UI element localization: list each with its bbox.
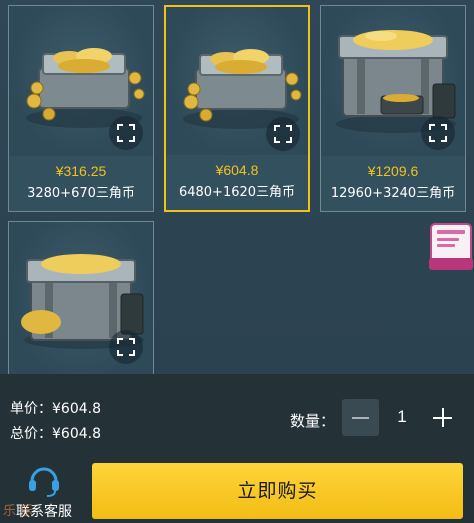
expand-icon bbox=[429, 124, 447, 142]
product-pack: 12960+3240三角币 bbox=[330, 186, 456, 201]
quantity-value[interactable]: 1 bbox=[385, 407, 419, 427]
expand-icon bbox=[117, 338, 135, 356]
product-pack: 3280+670三角币 bbox=[27, 186, 135, 201]
product-card-1[interactable]: ¥316.25 3280+670三角币 bbox=[8, 5, 154, 212]
buy-now-button[interactable]: 立即购买 bbox=[92, 463, 463, 519]
headset-icon bbox=[29, 467, 59, 497]
quantity-increase-button[interactable] bbox=[424, 399, 461, 436]
expand-preview-button[interactable] bbox=[421, 116, 455, 150]
total-price-label: 总价：¥604.8 bbox=[10, 423, 101, 443]
expand-preview-button[interactable] bbox=[109, 330, 143, 364]
total-price-label-text: 总价： bbox=[10, 426, 52, 442]
product-info: ¥604.8 6480+1620三角币 bbox=[166, 155, 308, 210]
my-orders-button[interactable] bbox=[429, 220, 473, 272]
order-list-icon bbox=[429, 223, 473, 270]
product-info: ¥316.25 3280+670三角币 bbox=[9, 156, 153, 211]
product-price: ¥316.25 bbox=[55, 163, 107, 179]
product-card-3[interactable]: ¥1209.6 12960+3240三角币 bbox=[320, 5, 466, 212]
product-price: ¥1209.6 bbox=[367, 163, 419, 179]
product-card-4[interactable] bbox=[8, 221, 154, 382]
unit-price-value: ¥604.8 bbox=[52, 401, 101, 417]
product-info: ¥1209.6 12960+3240三角币 bbox=[321, 156, 465, 211]
product-pack: 6480+1620三角币 bbox=[178, 185, 296, 200]
total-price-value: ¥604.8 bbox=[52, 426, 101, 442]
product-grid: ¥316.25 3280+670三角币 ¥604.8 6480+1620三角币 … bbox=[0, 0, 474, 382]
product-price: ¥604.8 bbox=[215, 162, 259, 178]
watermark: 乐 乐 bbox=[3, 504, 34, 519]
unit-price-label-text: 单价： bbox=[10, 401, 52, 417]
expand-preview-button[interactable] bbox=[266, 117, 300, 151]
unit-price-label: 单价：¥604.8 bbox=[10, 398, 101, 418]
expand-icon bbox=[117, 124, 135, 142]
expand-icon bbox=[274, 125, 292, 143]
quantity-label: 数量： bbox=[290, 412, 336, 430]
product-card-2[interactable]: ¥604.8 6480+1620三角币 bbox=[164, 5, 310, 212]
quantity-decrease-button[interactable] bbox=[342, 399, 379, 436]
expand-preview-button[interactable] bbox=[109, 116, 143, 150]
